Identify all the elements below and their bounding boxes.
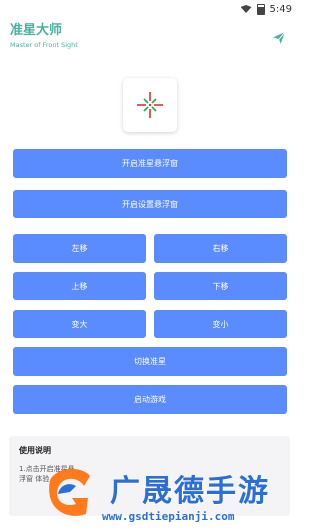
crosshair-preview — [123, 78, 177, 132]
app-bar: 准星大师 Master of Front Sight — [0, 18, 300, 58]
app-title: 准星大师 — [10, 23, 63, 38]
enlarge-button[interactable]: 变大 — [13, 310, 146, 338]
move-down-button[interactable]: 下移 — [154, 272, 287, 300]
wifi-icon — [240, 5, 252, 13]
status-time: 5:49 — [269, 3, 292, 15]
open-crosshair-button[interactable]: 开启准星悬浮窗 — [13, 149, 287, 178]
move-right-button[interactable]: 右移 — [154, 234, 287, 263]
watermark-brand: 广晟德手游 — [110, 474, 270, 509]
crosshair-icon — [137, 92, 163, 118]
watermark-url: www.gsdtiepianji.com — [102, 510, 235, 523]
switch-crosshair-button[interactable]: 切换准星 — [13, 347, 287, 376]
battery-icon — [256, 3, 265, 15]
move-left-button[interactable]: 左移 — [13, 234, 146, 263]
start-game-button[interactable]: 启动游戏 — [13, 385, 287, 414]
send-icon[interactable] — [272, 31, 286, 45]
move-up-button[interactable]: 上移 — [13, 272, 146, 300]
brand-logo-icon — [49, 468, 90, 516]
status-bar: 5:49 — [0, 0, 300, 18]
open-settings-button[interactable]: 开启设置悬浮窗 — [13, 190, 287, 218]
app-subtitle: Master of Front Sight — [10, 41, 78, 49]
watermark: 广晟德手游 www.gsdtiepianji.com — [40, 452, 290, 528]
shrink-button[interactable]: 变小 — [154, 310, 287, 338]
